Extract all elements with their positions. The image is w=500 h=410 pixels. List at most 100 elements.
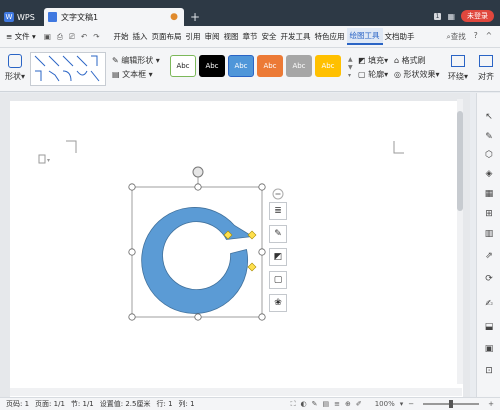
search-label: 查找	[450, 32, 466, 41]
new-tab-button[interactable]: +	[190, 8, 200, 26]
status-bar: 页码: 1 页面: 1/1 节: 1/1 设置值: 2.5厘米 行: 1 列: …	[0, 397, 500, 410]
format-brush-button[interactable]: ⌂ 格式刷	[394, 54, 440, 68]
outline-label: 轮廓	[368, 70, 385, 79]
menu-start[interactable]: 开始	[112, 31, 131, 42]
link-panel-icon[interactable]: ⇗	[483, 250, 495, 262]
fullscreen-icon[interactable]: ⛶	[291, 400, 296, 409]
login-button[interactable]: 未登录	[461, 10, 494, 22]
write-view-icon[interactable]: ✐	[356, 400, 362, 408]
rotate-handle[interactable]	[192, 166, 204, 178]
note-panel-icon[interactable]: ✍	[483, 298, 495, 310]
file-menu-label: 文件	[14, 32, 30, 41]
outline-color-icon[interactable]: ▢	[269, 271, 287, 289]
menu-drawing-tools[interactable]: 绘图工具	[346, 28, 383, 45]
shape-style-4[interactable]: Abc	[286, 55, 312, 77]
fill-panel-icon[interactable]: ◈	[483, 168, 495, 180]
chart-panel-icon[interactable]: ▥	[483, 228, 495, 240]
margin-marks	[66, 140, 404, 154]
redo-icon[interactable]: ↷	[93, 32, 99, 42]
file-menu[interactable]: ≡ 文件 ▾	[0, 31, 44, 42]
layout-options-icon[interactable]: ≣	[269, 202, 287, 220]
read-mode-icon[interactable]: ✎	[312, 400, 318, 408]
shape-panel-icon[interactable]: ⬡	[483, 149, 495, 161]
shape-effects-icon[interactable]: ❀	[269, 294, 287, 312]
tab-document-label: 文字文稿1	[61, 12, 99, 22]
menu-insert[interactable]: 插入	[131, 31, 150, 42]
shape-style-5[interactable]: Abc	[315, 55, 341, 77]
wrap-icon	[451, 55, 465, 67]
zoom-level[interactable]: 100%	[375, 400, 395, 408]
tab-document[interactable]: 文字文稿1 ●	[44, 8, 184, 26]
menu-view[interactable]: 视图	[222, 31, 241, 42]
style-gallery-scroll[interactable]: ▲ ▼ ▾	[348, 56, 353, 80]
horizontal-scrollbar[interactable]	[10, 388, 462, 396]
vertical-scrollbar[interactable]	[457, 99, 463, 384]
menu-review[interactable]: 审阅	[203, 31, 222, 42]
rotate-panel-icon[interactable]: ⟳	[483, 273, 495, 285]
skin-icon[interactable]: ▦	[447, 12, 455, 21]
close-tab-icon[interactable]: ●	[170, 12, 178, 22]
zoom-out-icon[interactable]: −	[408, 400, 414, 408]
shape-effect-button[interactable]: ◎ 形状效果▾	[394, 68, 440, 82]
menu-features[interactable]: 特色应用	[313, 31, 347, 42]
menu-section[interactable]: 章节	[241, 31, 260, 42]
menu-doc-assistant[interactable]: 文档助手	[383, 31, 417, 42]
web-view-icon[interactable]: ⊕	[345, 400, 351, 408]
collapse-ribbon-icon[interactable]: ^	[486, 31, 492, 42]
outline-button[interactable]: ▢ 轮廓▾	[358, 68, 388, 82]
zoom-in-icon[interactable]: +	[488, 400, 494, 408]
fill-color-icon[interactable]: ◩	[269, 248, 287, 266]
table-panel-icon[interactable]: ▦	[483, 188, 495, 200]
status-setting[interactable]: 设置值: 2.5厘米	[100, 399, 151, 409]
shape-style-3[interactable]: Abc	[257, 55, 283, 77]
page-view-icon[interactable]: ▤	[322, 400, 329, 408]
outline-view-icon[interactable]: ≡	[334, 400, 340, 408]
grid-panel-icon[interactable]: ⊞	[483, 208, 495, 220]
menu-page-layout[interactable]: 页面布局	[150, 31, 184, 42]
wrap-button[interactable]: 环绕▾	[446, 52, 470, 82]
window-count-badge[interactable]: 1	[433, 12, 442, 20]
select-icon[interactable]: ↖	[483, 111, 495, 123]
shape-style-1[interactable]: Abc	[199, 55, 225, 77]
pen-icon[interactable]: ✎	[483, 131, 495, 143]
textbox-button[interactable]: ▤ 文本框 ▾	[112, 68, 160, 82]
edit-shape-button[interactable]: ✎ 编辑形状 ▾	[112, 54, 160, 68]
eye-protect-icon[interactable]: ◐	[300, 400, 306, 408]
export-pdf-icon[interactable]: ⎙	[57, 32, 63, 42]
shape-button[interactable]: 形状▾	[3, 52, 27, 82]
line-shapes-gallery[interactable]	[30, 52, 106, 86]
print-icon[interactable]: ⎚	[69, 32, 75, 42]
line-shapes-preview	[34, 55, 100, 82]
edit-points-icon[interactable]: ✎	[269, 225, 287, 243]
shape-style-2[interactable]: Abc	[228, 55, 254, 77]
image-panel-icon[interactable]: ▣	[483, 343, 495, 355]
undo-icon[interactable]: ↶	[81, 32, 87, 42]
status-page-count[interactable]: 页码: 1	[6, 399, 29, 409]
more-panel-icon[interactable]: ⊡	[483, 365, 495, 377]
fill-button[interactable]: ◩ 填充▾	[358, 54, 388, 68]
shape-style-0[interactable]: Abc	[170, 55, 196, 77]
search-button[interactable]: ⌕查找	[447, 31, 466, 42]
title-right-controls: 1 ▦ 未登录	[433, 10, 494, 22]
status-page[interactable]: 页面: 1/1	[35, 399, 65, 409]
circular-arrow-shape[interactable]	[141, 207, 254, 314]
status-section[interactable]: 节: 1/1	[71, 399, 94, 409]
zoom-dropdown-icon[interactable]: ▾	[400, 400, 404, 408]
status-col[interactable]: 列: 1	[179, 399, 195, 409]
zoom-slider[interactable]	[423, 400, 480, 408]
shape-effect-label: 形状效果	[403, 70, 436, 79]
menu-developer[interactable]: 开发工具	[279, 31, 313, 42]
zoom-knob[interactable]	[449, 400, 454, 408]
menu-references[interactable]: 引用	[184, 31, 203, 42]
backup-panel-icon[interactable]: ⬓	[483, 321, 495, 333]
save-icon[interactable]: ▣	[44, 32, 51, 42]
align-label: 对齐	[478, 72, 494, 81]
shape-label: 形状	[4, 72, 21, 81]
document-page[interactable]: ▾	[10, 101, 463, 397]
help-icon[interactable]: ?	[474, 31, 478, 42]
scroll-thumb[interactable]	[457, 111, 463, 211]
status-row[interactable]: 行: 1	[156, 399, 172, 409]
tab-wps-home[interactable]: W WPS	[4, 8, 44, 26]
menu-security[interactable]: 安全	[260, 31, 279, 42]
align-button[interactable]: 对齐	[474, 52, 498, 82]
